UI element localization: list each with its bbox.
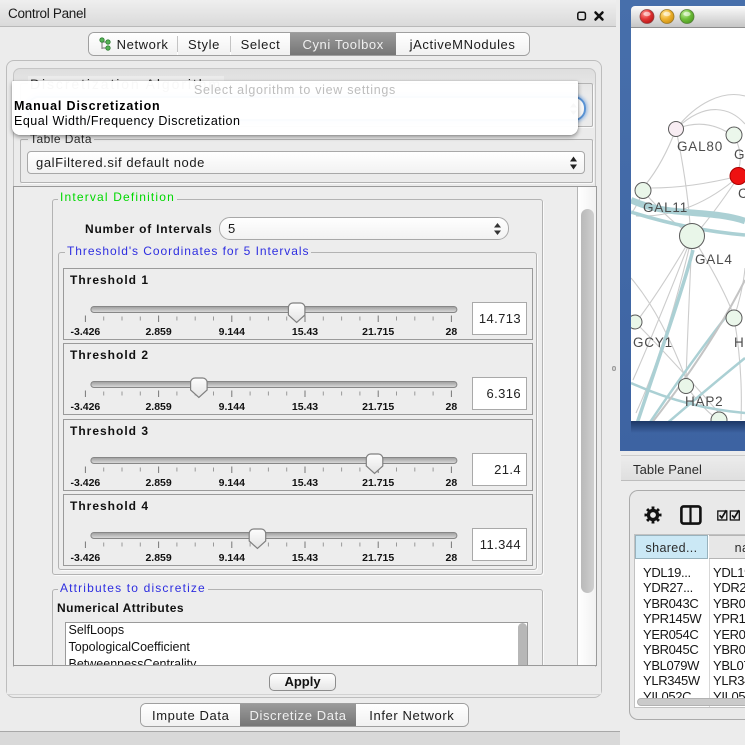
svg-text:9.144: 9.144 (219, 552, 245, 564)
svg-text:GAL80: GAL80 (677, 139, 723, 154)
svg-text:HAP2: HAP2 (685, 394, 723, 409)
svg-text:-3.426: -3.426 (71, 552, 101, 564)
svg-text:GAL4: GAL4 (695, 252, 733, 267)
svg-text:21.715: 21.715 (362, 326, 394, 338)
svg-text:15.43: 15.43 (292, 552, 318, 564)
svg-text:15.43: 15.43 (292, 477, 318, 489)
svg-text:28: 28 (446, 401, 458, 413)
svg-text:2.859: 2.859 (145, 326, 171, 338)
svg-text:28: 28 (446, 552, 458, 564)
svg-text:GCY1: GCY1 (633, 335, 673, 350)
svg-text:C: C (738, 186, 745, 201)
svg-text:15.43: 15.43 (292, 401, 318, 413)
svg-text:GAL11: GAL11 (643, 200, 688, 215)
svg-text:21.715: 21.715 (362, 401, 394, 413)
svg-text:28: 28 (446, 326, 458, 338)
svg-text:GA: GA (734, 147, 745, 162)
svg-text:21.715: 21.715 (362, 552, 394, 564)
svg-text:9.144: 9.144 (219, 477, 245, 489)
svg-text:21.715: 21.715 (362, 477, 394, 489)
svg-text:H: H (734, 335, 745, 350)
svg-text:9.144: 9.144 (219, 401, 245, 413)
svg-text:9.144: 9.144 (219, 326, 245, 338)
svg-text:2.859: 2.859 (145, 477, 171, 489)
svg-text:28: 28 (446, 477, 458, 489)
svg-text:-3.426: -3.426 (71, 326, 101, 338)
svg-text:15.43: 15.43 (292, 326, 318, 338)
svg-text:2.859: 2.859 (145, 401, 171, 413)
svg-text:-3.426: -3.426 (71, 401, 101, 413)
svg-text:-3.426: -3.426 (71, 477, 101, 489)
svg-text:2.859: 2.859 (145, 552, 171, 564)
